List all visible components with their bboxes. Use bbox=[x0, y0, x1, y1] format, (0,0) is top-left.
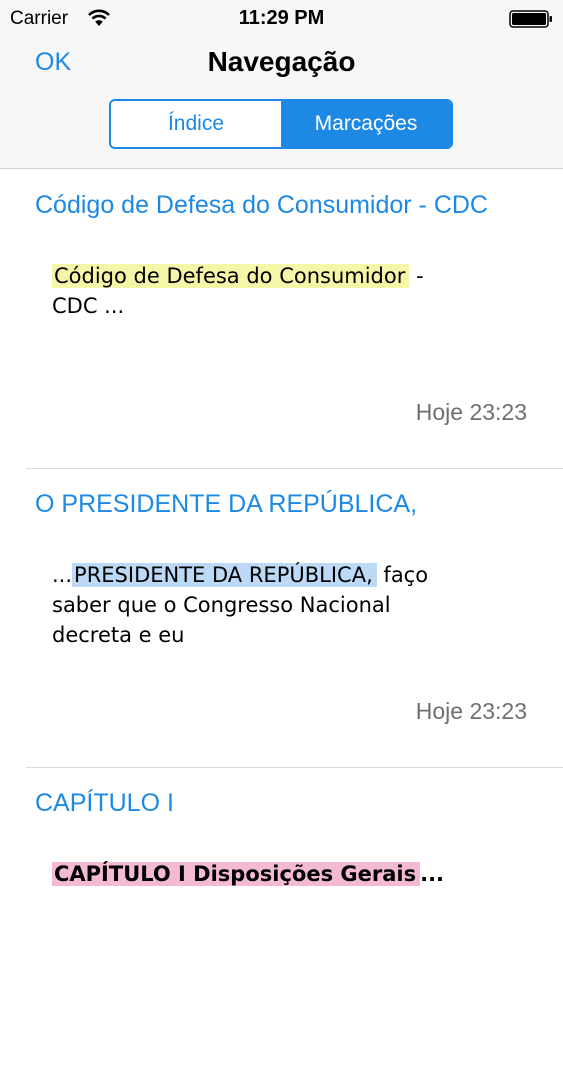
bookmark-title: O PRESIDENTE DA REPÚBLICA, bbox=[35, 490, 418, 518]
bookmark-excerpt: Código de Defesa do Consumidor - CDC ... bbox=[52, 261, 452, 321]
page-title: Navegação bbox=[207, 46, 356, 77]
excerpt-suffix: ... bbox=[420, 862, 445, 886]
highlighted-text: Código de Defesa do Consumidor bbox=[52, 264, 410, 288]
bookmark-date: Hoje 23:23 bbox=[415, 399, 527, 425]
bookmark-item[interactable]: CAPÍTULO I CAPÍTULO I Disposições Gerais… bbox=[0, 767, 563, 1066]
highlighted-text: CAPÍTULO I Disposições Gerais bbox=[52, 862, 421, 886]
bookmark-excerpt: CAPÍTULO I Disposições Gerais... bbox=[52, 859, 452, 889]
bookmark-date: Hoje 23:23 bbox=[415, 698, 527, 724]
bookmark-item[interactable]: O PRESIDENTE DA REPÚBLICA, ...PRESIDENTE… bbox=[0, 468, 563, 767]
bookmark-list: Código de Defesa do Consumidor - CDC Cód… bbox=[0, 169, 563, 1066]
navigation-bar: OK Navegação Índice Marcações bbox=[0, 38, 563, 169]
bookmark-title: CAPÍTULO I bbox=[35, 789, 174, 817]
battery-icon bbox=[509, 10, 552, 28]
segment-indice[interactable]: Índice bbox=[111, 101, 281, 147]
bookmark-excerpt: ...PRESIDENTE DA REPÚBLICA, faço saber q… bbox=[52, 560, 452, 650]
excerpt-prefix: ... bbox=[52, 563, 73, 587]
bookmark-item[interactable]: Código de Defesa do Consumidor - CDC Cód… bbox=[0, 169, 563, 468]
segmented-control: Índice Marcações bbox=[109, 99, 453, 149]
status-bar: Carrier 11:29 PM bbox=[0, 0, 563, 38]
segment-marcacoes[interactable]: Marcações bbox=[281, 101, 451, 147]
bookmark-title: Código de Defesa do Consumidor - CDC bbox=[35, 191, 488, 219]
status-time: 11:29 PM bbox=[238, 7, 325, 29]
highlighted-text: PRESIDENTE DA REPÚBLICA, bbox=[72, 563, 377, 587]
